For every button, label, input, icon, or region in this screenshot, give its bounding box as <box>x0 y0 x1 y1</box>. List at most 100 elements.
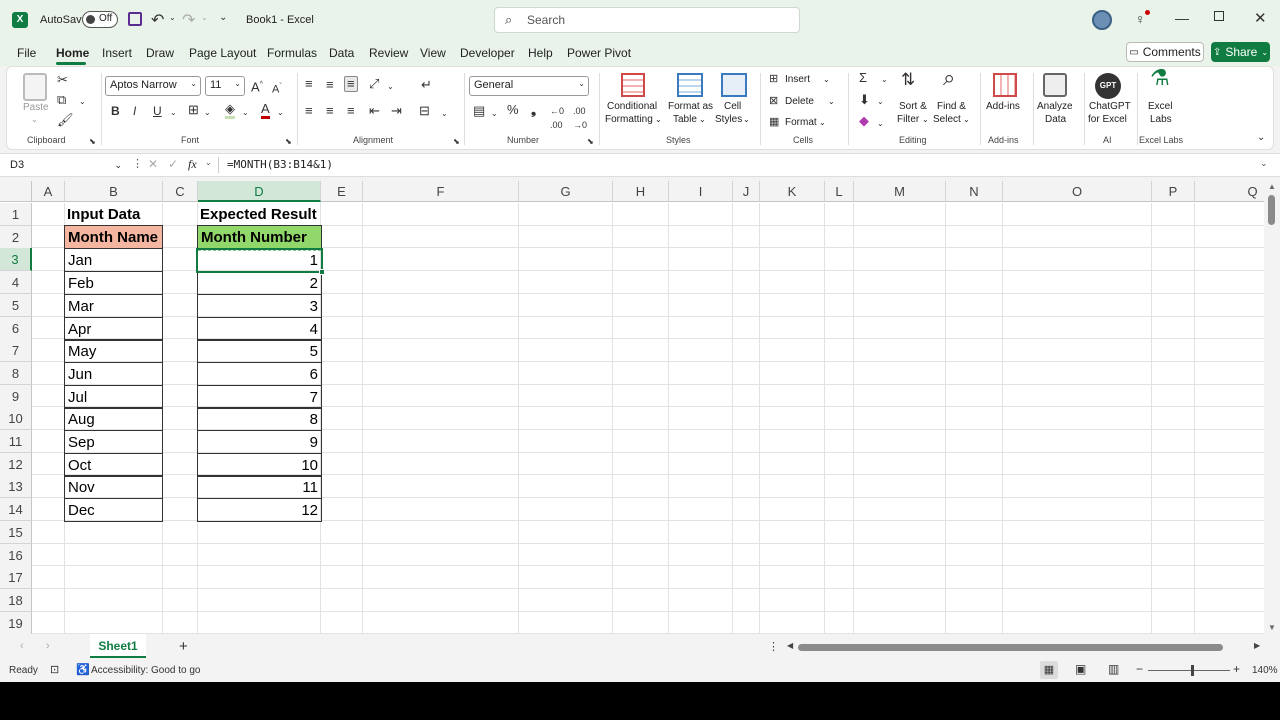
delete-cells-label[interactable]: Delete <box>785 95 814 108</box>
number-format-select[interactable]: General ⌄ <box>469 76 589 96</box>
month-name-cell[interactable]: Feb <box>64 271 163 296</box>
account-avatar[interactable] <box>1092 10 1112 30</box>
page-break-view-icon[interactable]: ▥ <box>1108 662 1119 676</box>
menu-view[interactable]: View <box>420 46 446 60</box>
paste-dropdown-icon[interactable]: ⌄ <box>31 113 38 126</box>
italic-button[interactable]: I <box>133 104 136 118</box>
find-select-icon[interactable]: ⌕ <box>943 67 955 89</box>
month-number-cell[interactable]: 9 <box>197 430 322 454</box>
column-header-a[interactable]: A <box>32 181 65 202</box>
scroll-right-icon[interactable]: ▶ <box>1254 641 1260 650</box>
cut-icon[interactable]: ✂ <box>57 73 68 87</box>
underline-dropdown-icon[interactable]: ⌄ <box>170 106 177 120</box>
normal-view-icon[interactable]: ▦ <box>1040 661 1058 679</box>
fill-icon[interactable]: ⬇ <box>859 93 870 107</box>
macro-recording-icon[interactable]: ⊡ <box>50 663 59 676</box>
chevron-down-icon[interactable]: ⌄ <box>922 113 929 126</box>
borders-icon[interactable]: ⊞ <box>188 103 199 117</box>
fill-color-icon[interactable]: ◈ <box>225 102 235 119</box>
collapse-ribbon-icon[interactable]: ⌄ <box>1257 131 1265 145</box>
close-icon[interactable]: ✕ <box>1254 9 1267 27</box>
sheet-tab-sheet1[interactable]: Sheet1 <box>90 634 146 658</box>
zoom-slider-thumb[interactable] <box>1191 665 1194 676</box>
share-button[interactable]: ⇪ Share ⌄ <box>1211 42 1270 62</box>
row-header-10[interactable]: 10 <box>0 407 32 431</box>
month-name-cell[interactable]: Jun <box>64 361 163 386</box>
chatgpt-label-1[interactable]: ChatGPT <box>1089 100 1131 113</box>
column-header-p[interactable]: P <box>1152 181 1195 202</box>
chatgpt-icon[interactable]: GPT <box>1095 73 1121 99</box>
insert-function-icon[interactable]: fx <box>188 157 197 172</box>
cell-styles-icon[interactable] <box>721 73 747 97</box>
row-header-5[interactable]: 5 <box>0 293 32 317</box>
sort-filter-label-1[interactable]: Sort & <box>899 100 927 113</box>
font-name-select[interactable]: Aptos Narrow ⌄ <box>105 76 201 96</box>
insert-cells-icon[interactable]: ⊞ <box>769 72 778 86</box>
chevron-down-icon[interactable]: ⌄ <box>655 113 662 126</box>
analyze-data-icon[interactable] <box>1043 73 1067 97</box>
align-left-icon[interactable]: ≡ <box>305 104 313 118</box>
copy-icon[interactable]: ⧉ <box>57 93 66 107</box>
row-header-2[interactable]: 2 <box>0 225 32 249</box>
redo-dropdown-icon[interactable]: ⌄ <box>201 13 208 22</box>
menu-developer[interactable]: Developer <box>460 46 515 60</box>
conditional-formatting-label-1[interactable]: Conditional <box>607 100 657 113</box>
font-color-dropdown-icon[interactable]: ⌄ <box>277 106 284 120</box>
comma-style-icon[interactable]: ❟ <box>531 103 536 117</box>
zoom-out-icon[interactable]: − <box>1136 662 1143 676</box>
search-box[interactable]: ⌕ Search <box>494 7 800 33</box>
column-header-o[interactable]: O <box>1003 181 1152 202</box>
row-header-11[interactable]: 11 <box>0 430 32 453</box>
cell-styles-label-1[interactable]: Cell <box>724 100 741 113</box>
month-number-cell[interactable]: 2 <box>197 271 322 296</box>
zoom-level[interactable]: 140% <box>1252 665 1278 676</box>
chevron-down-icon[interactable]: ⌄ <box>699 113 706 126</box>
month-number-cell[interactable]: 10 <box>197 452 322 477</box>
decrease-decimal-icon[interactable]: .00 →0 <box>573 104 587 132</box>
next-sheet-icon[interactable]: › <box>46 640 50 652</box>
column-header-g[interactable]: G <box>519 181 613 202</box>
row-header-3[interactable]: 3 <box>0 248 32 272</box>
align-center-icon[interactable]: ≡ <box>326 104 334 118</box>
scroll-down-icon[interactable]: ▼ <box>1268 623 1276 632</box>
row-header-6[interactable]: 6 <box>0 316 32 340</box>
merge-dropdown-icon[interactable]: ⌄ <box>441 107 448 121</box>
autosave-toggle[interactable]: Off <box>82 11 118 28</box>
row-header-19[interactable]: 19 <box>0 611 32 635</box>
month-number-cell[interactable]: 12 <box>197 498 322 523</box>
fill-color-dropdown-icon[interactable]: ⌄ <box>242 106 249 120</box>
month-name-cell[interactable]: Mar <box>64 293 163 318</box>
month-name-cell[interactable]: Jan <box>64 248 163 273</box>
percent-style-icon[interactable]: % <box>507 103 519 117</box>
lightbulb-icon[interactable]: ♀ <box>1135 11 1146 27</box>
fill-handle[interactable] <box>319 269 325 275</box>
borders-dropdown-icon[interactable]: ⌄ <box>204 106 211 120</box>
sort-filter-icon[interactable]: ⇅ <box>901 71 915 88</box>
column-header-e[interactable]: E <box>321 181 363 202</box>
menu-help[interactable]: Help <box>528 46 553 60</box>
column-header-i[interactable]: I <box>669 181 733 202</box>
chevron-down-icon[interactable]: ⌄ <box>823 73 830 86</box>
accounting-dropdown-icon[interactable]: ⌄ <box>491 107 498 121</box>
row-header-18[interactable]: 18 <box>0 588 32 612</box>
expected-result-title[interactable]: Expected Result <box>197 203 320 226</box>
fx-dropdown-icon[interactable]: ⌄ <box>205 158 212 167</box>
formula-input[interactable]: =MONTH(B3:B14&1) <box>227 158 333 171</box>
month-name-cell[interactable]: Apr <box>64 316 163 341</box>
row-header-8[interactable]: 8 <box>0 361 32 385</box>
prev-sheet-icon[interactable]: ‹ <box>20 640 24 652</box>
flask-icon[interactable]: ⚗ <box>1150 67 1170 89</box>
chevron-down-icon[interactable]: ⌄ <box>819 116 826 129</box>
font-launcher-icon[interactable]: ⬊ <box>285 135 292 149</box>
month-number-cell[interactable]: 7 <box>197 384 322 409</box>
increase-indent-icon[interactable]: ⇥ <box>391 104 402 118</box>
align-top-icon[interactable]: ≡ <box>305 77 313 91</box>
merge-center-icon[interactable]: ⊟ <box>419 104 430 118</box>
chevron-down-icon[interactable]: ⌄ <box>743 113 750 126</box>
sort-filter-label-2[interactable]: Filter <box>897 113 919 126</box>
column-header-n[interactable]: N <box>946 181 1003 202</box>
save-icon[interactable] <box>128 12 142 26</box>
chatgpt-label-2[interactable]: for Excel <box>1088 113 1127 126</box>
column-header-m[interactable]: M <box>854 181 946 202</box>
column-header-l[interactable]: L <box>825 181 854 202</box>
